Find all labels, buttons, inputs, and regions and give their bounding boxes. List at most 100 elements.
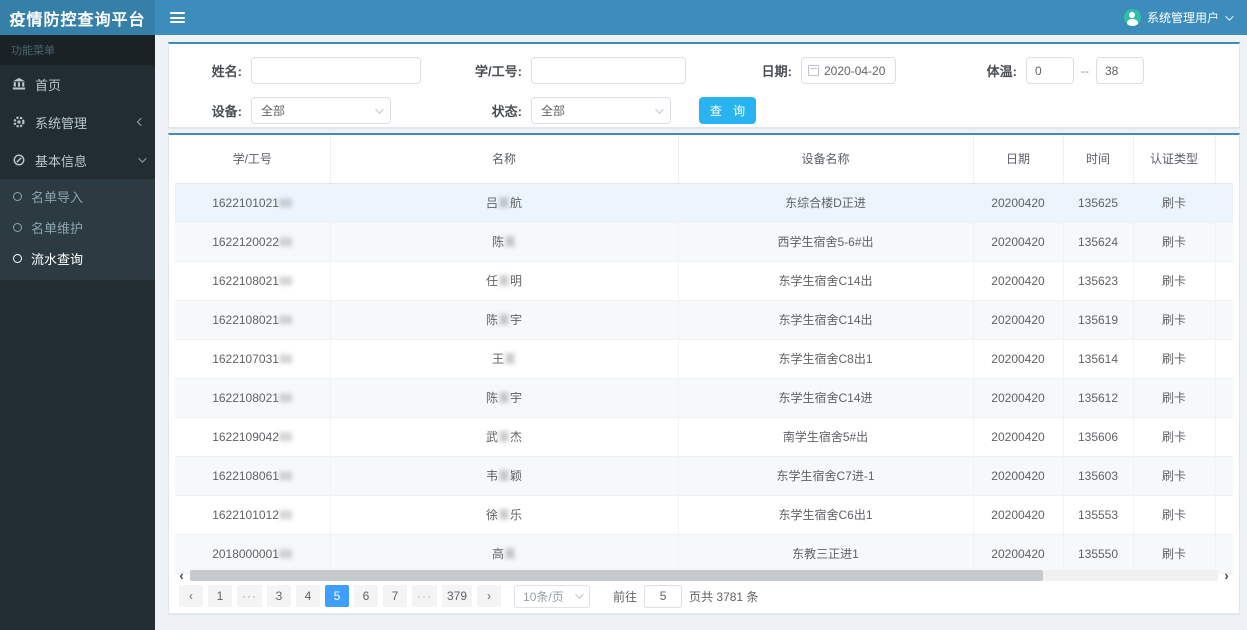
cell-auth-type: 刷卡 [1133,261,1216,301]
pagination-next-button[interactable]: › [477,585,502,607]
sidebar-item-label: 首页 [35,77,62,93]
table-header-row: 学/工号 名称 设备名称 日期 时间 认证类型 [175,135,1233,184]
app-logo: 疫情防控查询平台 [0,0,155,35]
header-date: 日期 [973,135,1064,184]
sidebar-item-record-query[interactable]: 流水查询 [0,243,155,274]
temperature-separator: -- [1081,63,1089,78]
table-row[interactable]: 162210802188 陈某宇 东学生宿舍C14进 20200420 135612 刷卡 [175,378,1233,418]
pagination-page-4[interactable]: 4 [296,585,320,607]
chevron-down-icon [138,154,147,163]
pagination-page-6[interactable]: 6 [354,585,378,607]
cell-auth-type: 刷卡 [1133,378,1216,418]
table-row[interactable]: 162212002288 陈某 西学生宿舍5-6#出 20200420 135624 刷卡 [175,222,1233,262]
cell-name: 陈某宇 [330,378,679,418]
sidebar-toggle-button[interactable] [155,0,199,35]
cell-device: 西学生宿舍5-6#出 [678,222,974,262]
cell-extra [1215,300,1233,340]
sidebar: 功能菜单 首页 系统管理 基本信息 名单导入 名单维护 流水查询 [0,35,155,630]
cell-student-id: 162210904288 [175,417,331,457]
chevron-down-icon [1225,11,1234,21]
app-title: 疫情防控查询平台 [9,9,146,29]
pagination-ellipsis[interactable]: ··· [412,585,437,607]
scrollbar-thumb[interactable] [190,570,1044,581]
table-row[interactable]: 162210904288 武某杰 南学生宿舍5#出 20200420 135606 刷卡 [175,417,1233,457]
sidebar-item-home[interactable]: 首页 [0,65,155,103]
pagination-page-5[interactable]: 5 [325,585,349,607]
cell-name: 高某 [330,534,679,574]
table-row[interactable]: 162210102188 吕某航 东综合楼D正进 20200420 135625 刷卡 [175,183,1233,223]
temperature-max-input[interactable] [1096,57,1144,84]
circle-o-icon [13,254,22,263]
sidebar-item-list-maintain[interactable]: 名单维护 [0,212,155,243]
date-label: 日期: [761,64,792,79]
device-select[interactable]: 全部 [251,97,391,124]
table-row[interactable]: 162210101288 徐某乐 东学生宿舍C6出1 20200420 135553 刷卡 [175,495,1233,535]
page-size-select[interactable]: 10条/页 [514,584,591,608]
status-select-value: 全部 [541,104,566,118]
pagination-bar: ‹ 1···34567···379 › 10条/页 前往 页共 3781 条 [179,584,1233,608]
date-value: 2020-04-20 [824,63,886,78]
temperature-min-input[interactable] [1026,57,1074,84]
scrollbar-track[interactable] [190,570,1218,581]
query-button[interactable]: 查 询 [699,97,756,124]
sidebar-submenu: 名单导入 名单维护 流水查询 [0,179,155,280]
cell-extra [1215,261,1233,301]
sidebar-item-label: 名单导入 [31,190,84,205]
cell-date: 20200420 [973,339,1064,379]
cell-student-id: 162212002288 [175,222,331,262]
cell-date: 20200420 [973,456,1064,496]
table-row[interactable]: 162210703188 王某 东学生宿舍C8出1 20200420 135614 刷卡 [175,339,1233,379]
pagination-page-1[interactable]: 1 [208,585,232,607]
cell-date: 20200420 [973,417,1064,457]
cell-auth-type: 刷卡 [1133,183,1216,223]
sidebar-item-label: 名单维护 [31,221,84,236]
cell-auth-type: 刷卡 [1133,339,1216,379]
cell-time: 135603 [1063,456,1134,496]
cell-time: 135624 [1063,222,1134,262]
cell-student-id: 201800000188 [175,534,331,574]
date-picker[interactable]: 2020-04-20 [801,57,896,84]
cell-student-id: 162210101288 [175,495,331,535]
student-id-input[interactable] [531,57,686,84]
cell-extra [1215,378,1233,418]
status-select[interactable]: 全部 [531,97,671,124]
pagination-ellipsis[interactable]: ··· [237,585,262,607]
scroll-right-icon[interactable]: › [1220,569,1233,582]
cell-name: 徐某乐 [330,495,679,535]
cell-name: 韦某颖 [330,456,679,496]
records-table: 学/工号 名称 设备名称 日期 时间 认证类型 162210102188 吕某航东… [175,135,1233,574]
sidebar-item-basic-info[interactable]: 基本信息 [0,141,155,179]
scroll-left-icon[interactable]: ‹ [175,569,188,582]
cell-time: 135553 [1063,495,1134,535]
user-menu[interactable]: 系统管理用户 [1123,0,1247,35]
pagination-page-7[interactable]: 7 [383,585,407,607]
student-id-label: 学/工号: [475,64,522,79]
cell-name: 王某 [330,339,679,379]
cell-student-id: 162210806188 [175,456,331,496]
pagination-prev-button[interactable]: ‹ [179,585,203,607]
user-name: 系统管理用户 [1146,11,1219,25]
goto-suffix-total: 页共 3781 条 [689,589,759,604]
table-row[interactable]: 162210806188 韦某颖 东学生宿舍C7进-1 20200420 135603 刷… [175,456,1233,496]
header-student-id: 学/工号 [175,135,331,184]
pagination-page-379[interactable]: 379 [442,585,473,607]
cell-time: 135612 [1063,378,1134,418]
table-row[interactable]: 162210802188 陈某宇 东学生宿舍C14出 20200420 135619 刷卡 [175,300,1233,340]
table-body: 162210102188 吕某航 东综合楼D正进 20200420 135625 刷卡 16… [175,183,1233,574]
name-input[interactable] [251,57,421,84]
cell-student-id: 162210802188 [175,300,331,340]
table-row[interactable]: 201800000188 高某 东教三正进1 20200420 135550 刷卡 [175,534,1233,574]
sidebar-item-system[interactable]: 系统管理 [0,103,155,141]
cell-time: 135623 [1063,261,1134,301]
user-avatar-icon [1123,9,1141,26]
sidebar-item-list-import[interactable]: 名单导入 [0,181,155,212]
table-panel: 学/工号 名称 设备名称 日期 时间 认证类型 162210102188 吕某航东… [168,133,1240,614]
calendar-icon [808,65,819,76]
pagination-page-3[interactable]: 3 [267,585,291,607]
table-row[interactable]: 162210802188 任某明 东学生宿舍C14出 20200420 135623 刷卡 [175,261,1233,301]
cell-date: 20200420 [973,534,1064,574]
header-device: 设备名称 [678,135,974,184]
cell-device: 东学生宿舍C14进 [678,378,974,418]
cell-device: 东学生宿舍C7进-1 [678,456,974,496]
goto-page-input[interactable] [644,584,683,608]
